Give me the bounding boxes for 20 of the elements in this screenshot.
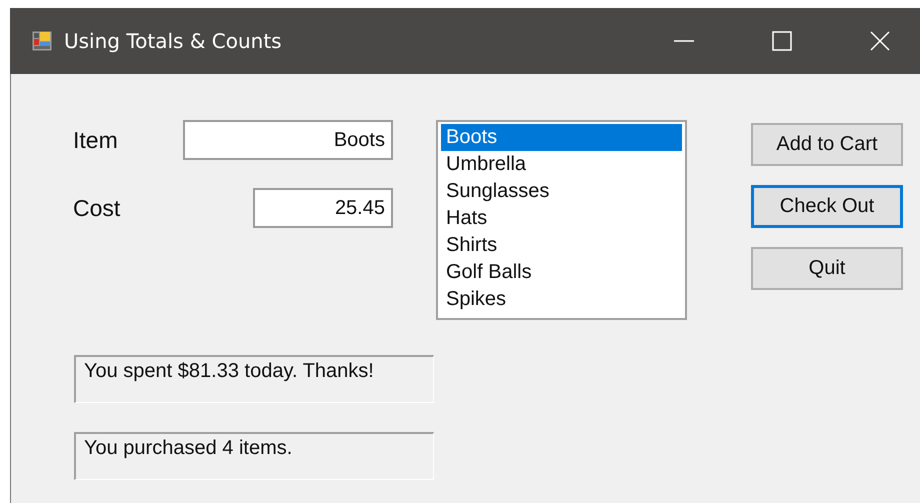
field-label: Cost <box>73 194 120 222</box>
close-icon[interactable] <box>870 31 890 51</box>
action-button[interactable]: Add to Cart <box>751 123 903 166</box>
list-item[interactable]: Spikes <box>441 286 682 313</box>
output-label: You spent $81.33 today. Thanks! <box>74 355 434 403</box>
maximize-icon[interactable] <box>772 31 792 51</box>
window-title: Using Totals & Counts <box>64 29 282 53</box>
field-label: Item <box>73 126 118 154</box>
output-label: You purchased 4 items. <box>74 432 434 480</box>
list-item[interactable]: Hats <box>441 205 682 232</box>
list-item[interactable]: Umbrella <box>441 151 682 178</box>
list-item[interactable]: Shirts <box>441 232 682 259</box>
action-button[interactable]: Quit <box>751 247 903 290</box>
list-item[interactable]: Golf Balls <box>441 259 682 286</box>
text-field[interactable]: 25.45 <box>253 188 393 228</box>
text-field[interactable]: Boots <box>183 120 393 160</box>
list-item[interactable]: Boots <box>441 124 682 151</box>
app-icon <box>32 31 52 51</box>
action-button[interactable]: Check Out <box>751 185 903 228</box>
list-item[interactable]: Sunglasses <box>441 178 682 205</box>
